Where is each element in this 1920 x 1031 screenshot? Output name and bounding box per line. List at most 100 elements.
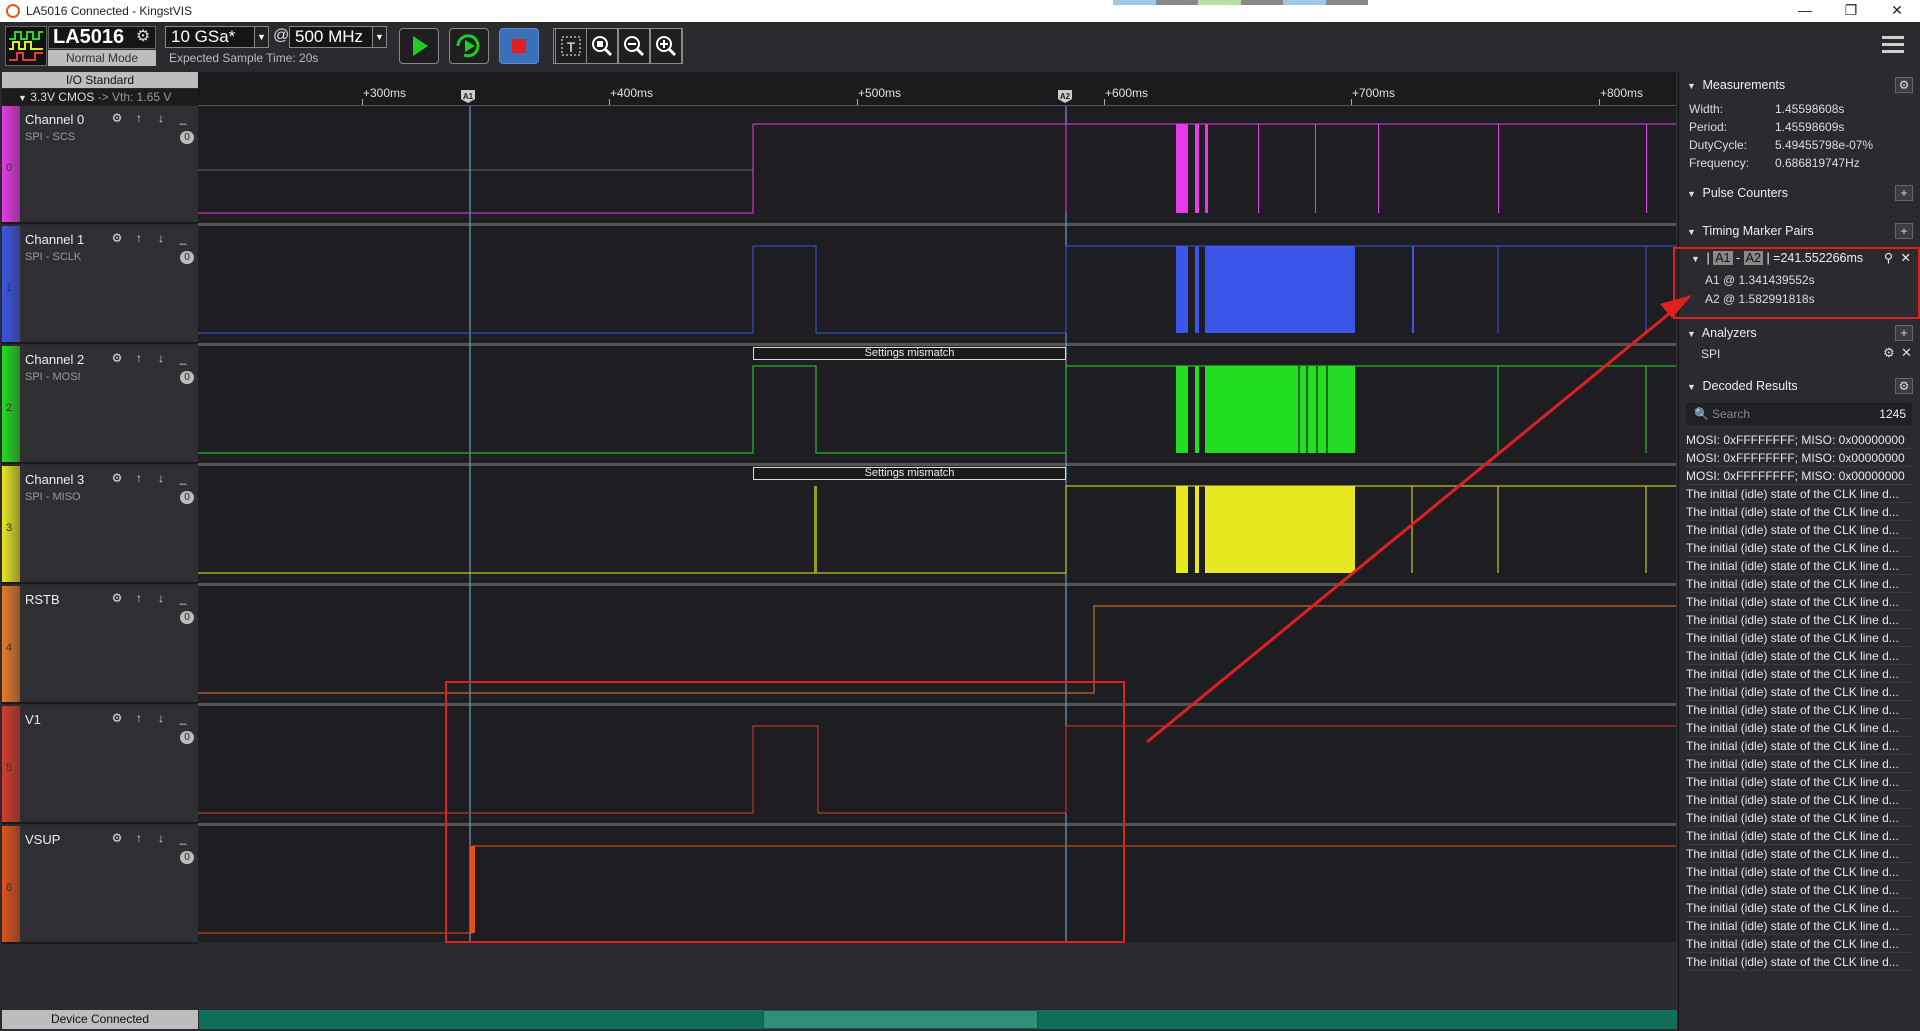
decoded-row[interactable]: The initial (idle) state of the CLK line… [1686,665,1912,683]
decoded-row[interactable]: The initial (idle) state of the CLK line… [1686,503,1912,521]
decoded-row[interactable]: The initial (idle) state of the CLK line… [1686,755,1912,773]
analyzer-spi[interactable]: SPI [1701,347,1720,361]
gear-icon[interactable]: ⚙ [108,831,126,845]
channel-header[interactable]: 3 Channel 3 SPI - MISO ⚙ ↑ ↓ _ 0 [2,466,198,584]
analyzer-close-icon[interactable]: ✕ [1901,345,1912,361]
marker-a1[interactable]: A1 [461,90,475,103]
measurements-settings-gear-icon[interactable]: ⚙ [1895,77,1913,93]
pulse-counters-header[interactable]: ▼ Pulse Counters + [1679,182,1920,204]
add-pulse-counter-plus-icon[interactable]: + [1895,185,1913,201]
channel-name[interactable]: V1 [25,712,41,727]
channel-header[interactable]: 0 Channel 0 SPI - SCS ⚙ ↑ ↓ _ 0 [2,106,198,224]
channel-name[interactable]: Channel 0 [25,112,84,127]
decoded-row[interactable]: The initial (idle) state of the CLK line… [1686,881,1912,899]
decoded-row[interactable]: The initial (idle) state of the CLK line… [1686,521,1912,539]
channel-name[interactable]: Channel 1 [25,232,84,247]
decoded-row[interactable]: The initial (idle) state of the CLK line… [1686,701,1912,719]
rising-edge-icon[interactable]: ↑ [130,831,148,845]
decoded-row[interactable]: The initial (idle) state of the CLK line… [1686,575,1912,593]
channel-name[interactable]: Channel 3 [25,472,84,487]
maximize-icon[interactable]: ❐ [1828,0,1874,22]
zoom-out-button[interactable] [618,28,650,64]
channel-name[interactable]: VSUP [25,832,60,847]
measurements-header[interactable]: ▼ Measurements ⚙ [1679,74,1920,96]
rising-edge-icon[interactable]: ↑ [130,591,148,605]
channel-header[interactable]: 5 V1 ⚙ ↑ ↓ _ 0 [2,706,198,824]
decoded-row[interactable]: MOSI: 0xFFFFFFFF; MISO: 0x00000000 [1686,467,1912,485]
gear-icon[interactable]: ⚙ [108,351,126,365]
falling-edge-icon[interactable]: ↓ [152,711,170,725]
gear-icon[interactable]: ⚙ [108,591,126,605]
decoded-row[interactable]: The initial (idle) state of the CLK line… [1686,791,1912,809]
add-analyzer-plus-icon[interactable]: + [1895,325,1913,341]
decoded-results-header[interactable]: ▼ Decoded Results ⚙ [1679,375,1920,397]
decoded-row[interactable]: The initial (idle) state of the CLK line… [1686,737,1912,755]
channel-header[interactable]: 6 VSUP ⚙ ↑ ↓ _ 0 [2,826,198,944]
channel-name[interactable]: Channel 2 [25,352,84,367]
rising-edge-icon[interactable]: ↑ [130,351,148,365]
repeat-start-button[interactable] [449,28,489,64]
falling-edge-icon[interactable]: ↓ [152,591,170,605]
gear-icon[interactable]: ⚙ [108,711,126,725]
falling-edge-icon[interactable]: ↓ [152,111,170,125]
marker-a2[interactable]: A2 [1058,90,1072,103]
decoded-row[interactable]: The initial (idle) state of the CLK line… [1686,773,1912,791]
sample-rate-select[interactable]: 10 GSa* ▼ [165,26,269,48]
add-marker-pair-plus-icon[interactable]: + [1895,223,1913,239]
rising-edge-icon[interactable]: ↑ [130,231,148,245]
decoded-row[interactable]: The initial (idle) state of the CLK line… [1686,647,1912,665]
low-level-icon[interactable]: _ [174,351,192,365]
decoded-row[interactable]: MOSI: 0xFFFFFFFF; MISO: 0x00000000 [1686,431,1912,449]
low-level-icon[interactable]: _ [174,231,192,245]
rising-edge-icon[interactable]: ↑ [130,711,148,725]
decoded-row[interactable]: MOSI: 0xFFFFFFFF; MISO: 0x00000000 [1686,449,1912,467]
decoded-row[interactable]: The initial (idle) state of the CLK line… [1686,953,1912,971]
decoded-settings-gear-icon[interactable]: ⚙ [1895,378,1913,394]
decoded-row[interactable]: The initial (idle) state of the CLK line… [1686,683,1912,701]
rising-edge-icon[interactable]: ↑ [130,111,148,125]
channel-header[interactable]: 4 RSTB ⚙ ↑ ↓ _ 0 [2,586,198,704]
zoom-in-button[interactable] [650,28,682,64]
decoded-row[interactable]: The initial (idle) state of the CLK line… [1686,629,1912,647]
decoded-row[interactable]: The initial (idle) state of the CLK line… [1686,593,1912,611]
decoded-row[interactable]: The initial (idle) state of the CLK line… [1686,485,1912,503]
text-tool-button[interactable]: T [555,28,587,64]
decoded-row[interactable]: The initial (idle) state of the CLK line… [1686,557,1912,575]
low-level-icon[interactable]: _ [174,591,192,605]
decoded-row[interactable]: The initial (idle) state of the CLK line… [1686,935,1912,953]
minimize-icon[interactable]: — [1782,0,1828,22]
frequency-select[interactable]: 500 MHz ▼ [289,26,387,48]
stop-button[interactable] [499,28,539,64]
analyzer-settings-gear-icon[interactable]: ⚙ [1883,345,1895,361]
zoom-fit-button[interactable] [586,28,618,64]
channel-name[interactable]: RSTB [25,592,60,607]
gear-icon[interactable]: ⚙ [108,471,126,485]
gear-icon[interactable]: ⚙ [108,111,126,125]
device-settings-gear-icon[interactable]: ⚙ [133,28,153,46]
decoded-row[interactable]: The initial (idle) state of the CLK line… [1686,719,1912,737]
low-level-icon[interactable]: _ [174,711,192,725]
falling-edge-icon[interactable]: ↓ [152,351,170,365]
time-ruler[interactable]: +300ms +400ms +500ms +600ms +700ms +800m… [198,72,1676,106]
decoded-row[interactable]: The initial (idle) state of the CLK line… [1686,611,1912,629]
decoded-search-input[interactable]: 🔍 Search 1245 [1686,403,1912,425]
low-level-icon[interactable]: _ [174,471,192,485]
analyzers-header[interactable]: ▼ Analyzers + [1679,322,1920,344]
falling-edge-icon[interactable]: ↓ [152,231,170,245]
scrollbar-thumb[interactable] [763,1010,1038,1029]
low-level-icon[interactable]: _ [174,831,192,845]
io-voltage-select[interactable]: ▼ 3.3V CMOS -> Vth: 1.65 V [2,89,198,106]
decoded-row[interactable]: The initial (idle) state of the CLK line… [1686,827,1912,845]
start-button[interactable] [399,28,439,64]
low-level-icon[interactable]: _ [174,111,192,125]
decoded-row[interactable]: The initial (idle) state of the CLK line… [1686,809,1912,827]
close-icon[interactable]: ✕ [1874,0,1920,22]
timing-marker-pairs-header[interactable]: ▼ Timing Marker Pairs + [1679,220,1920,242]
decoded-row[interactable]: The initial (idle) state of the CLK line… [1686,845,1912,863]
gear-icon[interactable]: ⚙ [108,231,126,245]
decoded-row[interactable]: The initial (idle) state of the CLK line… [1686,863,1912,881]
rising-edge-icon[interactable]: ↑ [130,471,148,485]
falling-edge-icon[interactable]: ↓ [152,471,170,485]
menu-hamburger-icon[interactable] [1882,36,1904,56]
decoded-row[interactable]: The initial (idle) state of the CLK line… [1686,917,1912,935]
